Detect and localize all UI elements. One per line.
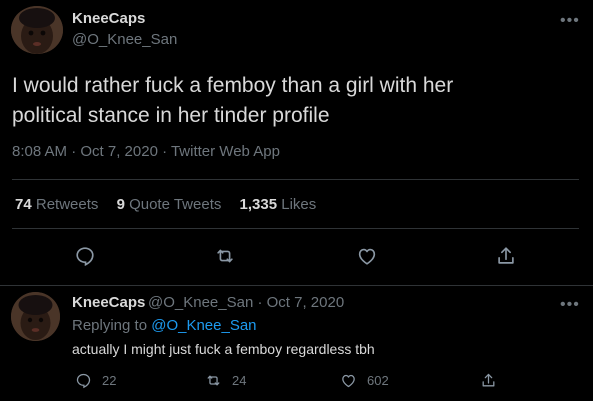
tweet-text-line-1: I would rather fuck a femboy than a girl… [12,74,454,97]
share-icon[interactable] [491,241,521,271]
more-horizontal-icon[interactable]: ••• [560,297,580,313]
reply-count: 22 [102,372,117,388]
quotes-label: Quote Tweets [129,196,222,213]
tweet-actions [0,241,593,271]
main-tweet: KneeCaps @O_Knee_San ••• I would rather … [0,0,593,285]
more-horizontal-icon[interactable]: ••• [560,13,580,29]
tweet-text-line-2: political stance in her tinder profile [12,104,330,127]
retweet-icon[interactable] [210,241,240,271]
retweet-count: 24 [232,372,247,388]
reply-icon[interactable] [70,241,100,271]
tweet-stats: 74 Retweets 9 Quote Tweets 1,335 Likes [15,196,330,213]
reply-icon [76,373,91,388]
divider [0,285,593,286]
likes-count: 1,335 [239,196,278,213]
quote-tweets-stat[interactable]: 9 Quote Tweets [117,196,222,213]
replying-prefix: Replying to [72,317,148,334]
tweet-timestamp[interactable]: 8:08 AM · Oct 7, 2020 · Twitter Web App [12,143,280,160]
like-icon [342,374,355,387]
share-action[interactable] [480,369,507,391]
like-count: 602 [367,372,389,388]
avatar[interactable] [11,6,63,54]
like-icon[interactable] [352,241,382,271]
tweet-text: I would rather fuck a femboy than a girl… [12,71,572,131]
retweets-label: Retweets [35,196,99,213]
divider [12,228,579,229]
reply-text: actually I might just fuck a femboy rega… [72,341,375,357]
user-handle-date[interactable]: @O_Knee_San · Oct 7, 2020 [148,294,344,311]
reply-action[interactable]: 22 [75,369,116,391]
quotes-count: 9 [116,196,125,213]
replying-to: Replying to @O_Knee_San [72,317,257,334]
like-action[interactable]: 602 [340,369,389,391]
user-handle[interactable]: @O_Knee_San [72,31,177,48]
share-icon [482,373,495,386]
display-name[interactable]: KneeCaps [72,10,145,27]
likes-label: Likes [281,196,317,213]
replying-to-link[interactable]: @O_Knee_San [151,317,256,334]
retweet-action[interactable]: 24 [205,369,246,391]
likes-stat[interactable]: 1,335 Likes [240,196,317,213]
divider [12,179,579,180]
retweets-count: 74 [15,196,32,213]
display-name[interactable]: KneeCaps [72,294,145,311]
retweet-icon [207,375,220,385]
retweets-stat[interactable]: 74 Retweets [15,196,98,213]
avatar[interactable] [11,292,60,341]
